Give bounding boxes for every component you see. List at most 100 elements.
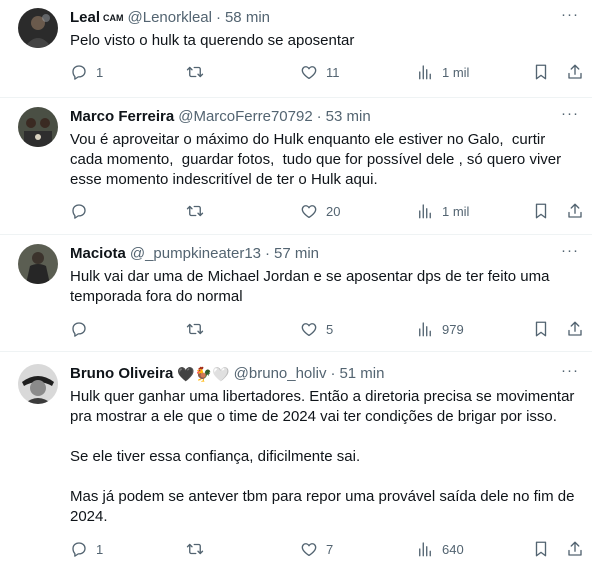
reply-icon xyxy=(72,322,86,337)
views-button[interactable]: 1 mil xyxy=(416,60,469,84)
analytics-icon xyxy=(419,542,431,557)
tweet[interactable]: Bruno Oliveira 🖤🐓🤍 @bruno_holiv · 51 min… xyxy=(0,352,592,570)
bookmark-button[interactable] xyxy=(532,199,550,223)
more-options-icon[interactable]: ··· xyxy=(560,106,580,127)
view-count: 1 mil xyxy=(442,64,470,80)
reply-button[interactable]: 1 xyxy=(70,537,103,561)
share-button[interactable] xyxy=(566,199,584,223)
like-count: 20 xyxy=(326,203,341,219)
analytics-icon xyxy=(419,204,431,219)
like-button[interactable]: 5 xyxy=(300,317,333,341)
retweet-icon xyxy=(186,205,204,217)
retweet-button[interactable] xyxy=(186,537,212,561)
more-options-icon[interactable]: ··· xyxy=(560,243,580,264)
heart-icon xyxy=(301,543,317,557)
retweet-icon xyxy=(186,323,204,335)
share-icon xyxy=(568,321,582,336)
bookmark-button[interactable] xyxy=(532,60,550,84)
views-button[interactable]: 1 mil xyxy=(416,199,469,223)
avatar[interactable] xyxy=(18,107,58,147)
timestamp[interactable]: 51 min xyxy=(339,364,384,384)
name-emojis: 🖤🐓🤍 xyxy=(177,366,230,382)
heart-icon xyxy=(301,205,317,219)
share-button[interactable] xyxy=(566,537,584,561)
share-button[interactable] xyxy=(566,317,584,341)
display-name[interactable]: Marco Ferreira xyxy=(70,107,174,127)
bookmark-button[interactable] xyxy=(532,537,550,561)
retweet-button[interactable] xyxy=(186,199,212,223)
reply-icon xyxy=(72,542,86,557)
timestamp[interactable]: 57 min xyxy=(274,244,319,264)
separator-dot: · xyxy=(265,245,270,262)
avatar[interactable] xyxy=(18,8,58,48)
timeline-feed: Leal CAM @Lenorkleal · 58 min ··· Pelo v… xyxy=(0,0,592,570)
tweet[interactable]: Leal CAM @Lenorkleal · 58 min ··· Pelo v… xyxy=(0,0,592,98)
display-name[interactable]: Maciota xyxy=(70,244,126,264)
bookmark-icon xyxy=(535,321,547,337)
timestamp[interactable]: 58 min xyxy=(225,8,270,28)
reply-count: 1 xyxy=(96,64,104,80)
display-name[interactable]: Bruno Oliveira xyxy=(70,364,173,384)
tweet[interactable]: Marco Ferreira @MarcoFerre70792 · 53 min… xyxy=(0,98,592,235)
view-count: 640 xyxy=(442,541,464,557)
avatar[interactable] xyxy=(18,364,58,404)
reply-button[interactable]: 1 xyxy=(70,60,103,84)
analytics-icon xyxy=(419,322,431,337)
share-icon xyxy=(568,203,582,218)
username[interactable]: @MarcoFerre70792 xyxy=(178,107,312,127)
display-name[interactable]: Leal xyxy=(70,8,100,28)
like-button[interactable]: 7 xyxy=(300,537,333,561)
retweet-button[interactable] xyxy=(186,317,212,341)
retweet-icon xyxy=(186,66,204,78)
share-icon xyxy=(568,64,582,79)
more-options-icon[interactable]: ··· xyxy=(560,363,580,384)
share-icon xyxy=(568,541,582,556)
tweet-header: Leal CAM @Lenorkleal · 58 min xyxy=(70,8,552,28)
separator-dot: · xyxy=(215,9,221,26)
tweet-text: Pelo visto o hulk ta querendo se aposent… xyxy=(70,32,355,49)
username[interactable]: @bruno_holiv xyxy=(234,364,327,384)
affiliate-badge: CAM xyxy=(103,13,124,23)
like-count: 11 xyxy=(326,64,340,80)
tweet-actions: 5 979 xyxy=(62,317,582,341)
bookmark-button[interactable] xyxy=(532,317,550,341)
reply-button[interactable] xyxy=(70,199,96,223)
like-count: 5 xyxy=(326,321,334,337)
reply-button[interactable] xyxy=(70,317,96,341)
separator-dot: · xyxy=(316,108,322,125)
tweet-header: Maciota @_pumpkineater13 · 57 min xyxy=(70,244,552,264)
share-button[interactable] xyxy=(566,60,584,84)
view-count: 979 xyxy=(442,321,464,337)
tweet-text: Vou é aproveitar o máximo do Hulk enquan… xyxy=(70,131,566,188)
heart-icon xyxy=(301,323,317,337)
retweet-button[interactable] xyxy=(186,60,212,84)
tweet-actions: 1 7 640 xyxy=(62,537,582,561)
username[interactable]: @_pumpkineater13 xyxy=(130,244,261,264)
bookmark-icon xyxy=(535,64,547,80)
like-button[interactable]: 11 xyxy=(300,60,340,84)
bookmark-icon xyxy=(535,203,547,219)
views-button[interactable]: 979 xyxy=(416,317,464,341)
bookmark-icon xyxy=(535,541,547,557)
heart-icon xyxy=(301,66,317,80)
avatar[interactable] xyxy=(18,244,58,284)
reply-count: 1 xyxy=(96,541,104,557)
tweet-text: Hulk vai dar uma de Michael Jordan e se … xyxy=(70,268,554,305)
like-count: 7 xyxy=(326,541,334,557)
analytics-icon xyxy=(419,65,431,80)
tweet-text: Hulk quer ganhar uma libertadores. Então… xyxy=(70,388,575,525)
views-button[interactable]: 640 xyxy=(416,537,464,561)
tweet-header: Marco Ferreira @MarcoFerre70792 · 53 min xyxy=(70,107,552,127)
like-button[interactable]: 20 xyxy=(300,199,340,223)
retweet-icon xyxy=(186,543,204,555)
tweet-actions: 20 1 mil xyxy=(62,199,582,223)
timestamp[interactable]: 53 min xyxy=(326,107,371,127)
reply-icon xyxy=(72,204,86,219)
more-options-icon[interactable]: ··· xyxy=(560,7,580,28)
username[interactable]: @Lenorkleal xyxy=(128,8,212,28)
reply-icon xyxy=(72,65,86,80)
tweet[interactable]: Maciota @_pumpkineater13 · 57 min ··· Hu… xyxy=(0,235,592,352)
view-count: 1 mil xyxy=(442,203,470,219)
tweet-header: Bruno Oliveira 🖤🐓🤍 @bruno_holiv · 51 min xyxy=(70,364,552,384)
separator-dot: · xyxy=(330,365,336,382)
